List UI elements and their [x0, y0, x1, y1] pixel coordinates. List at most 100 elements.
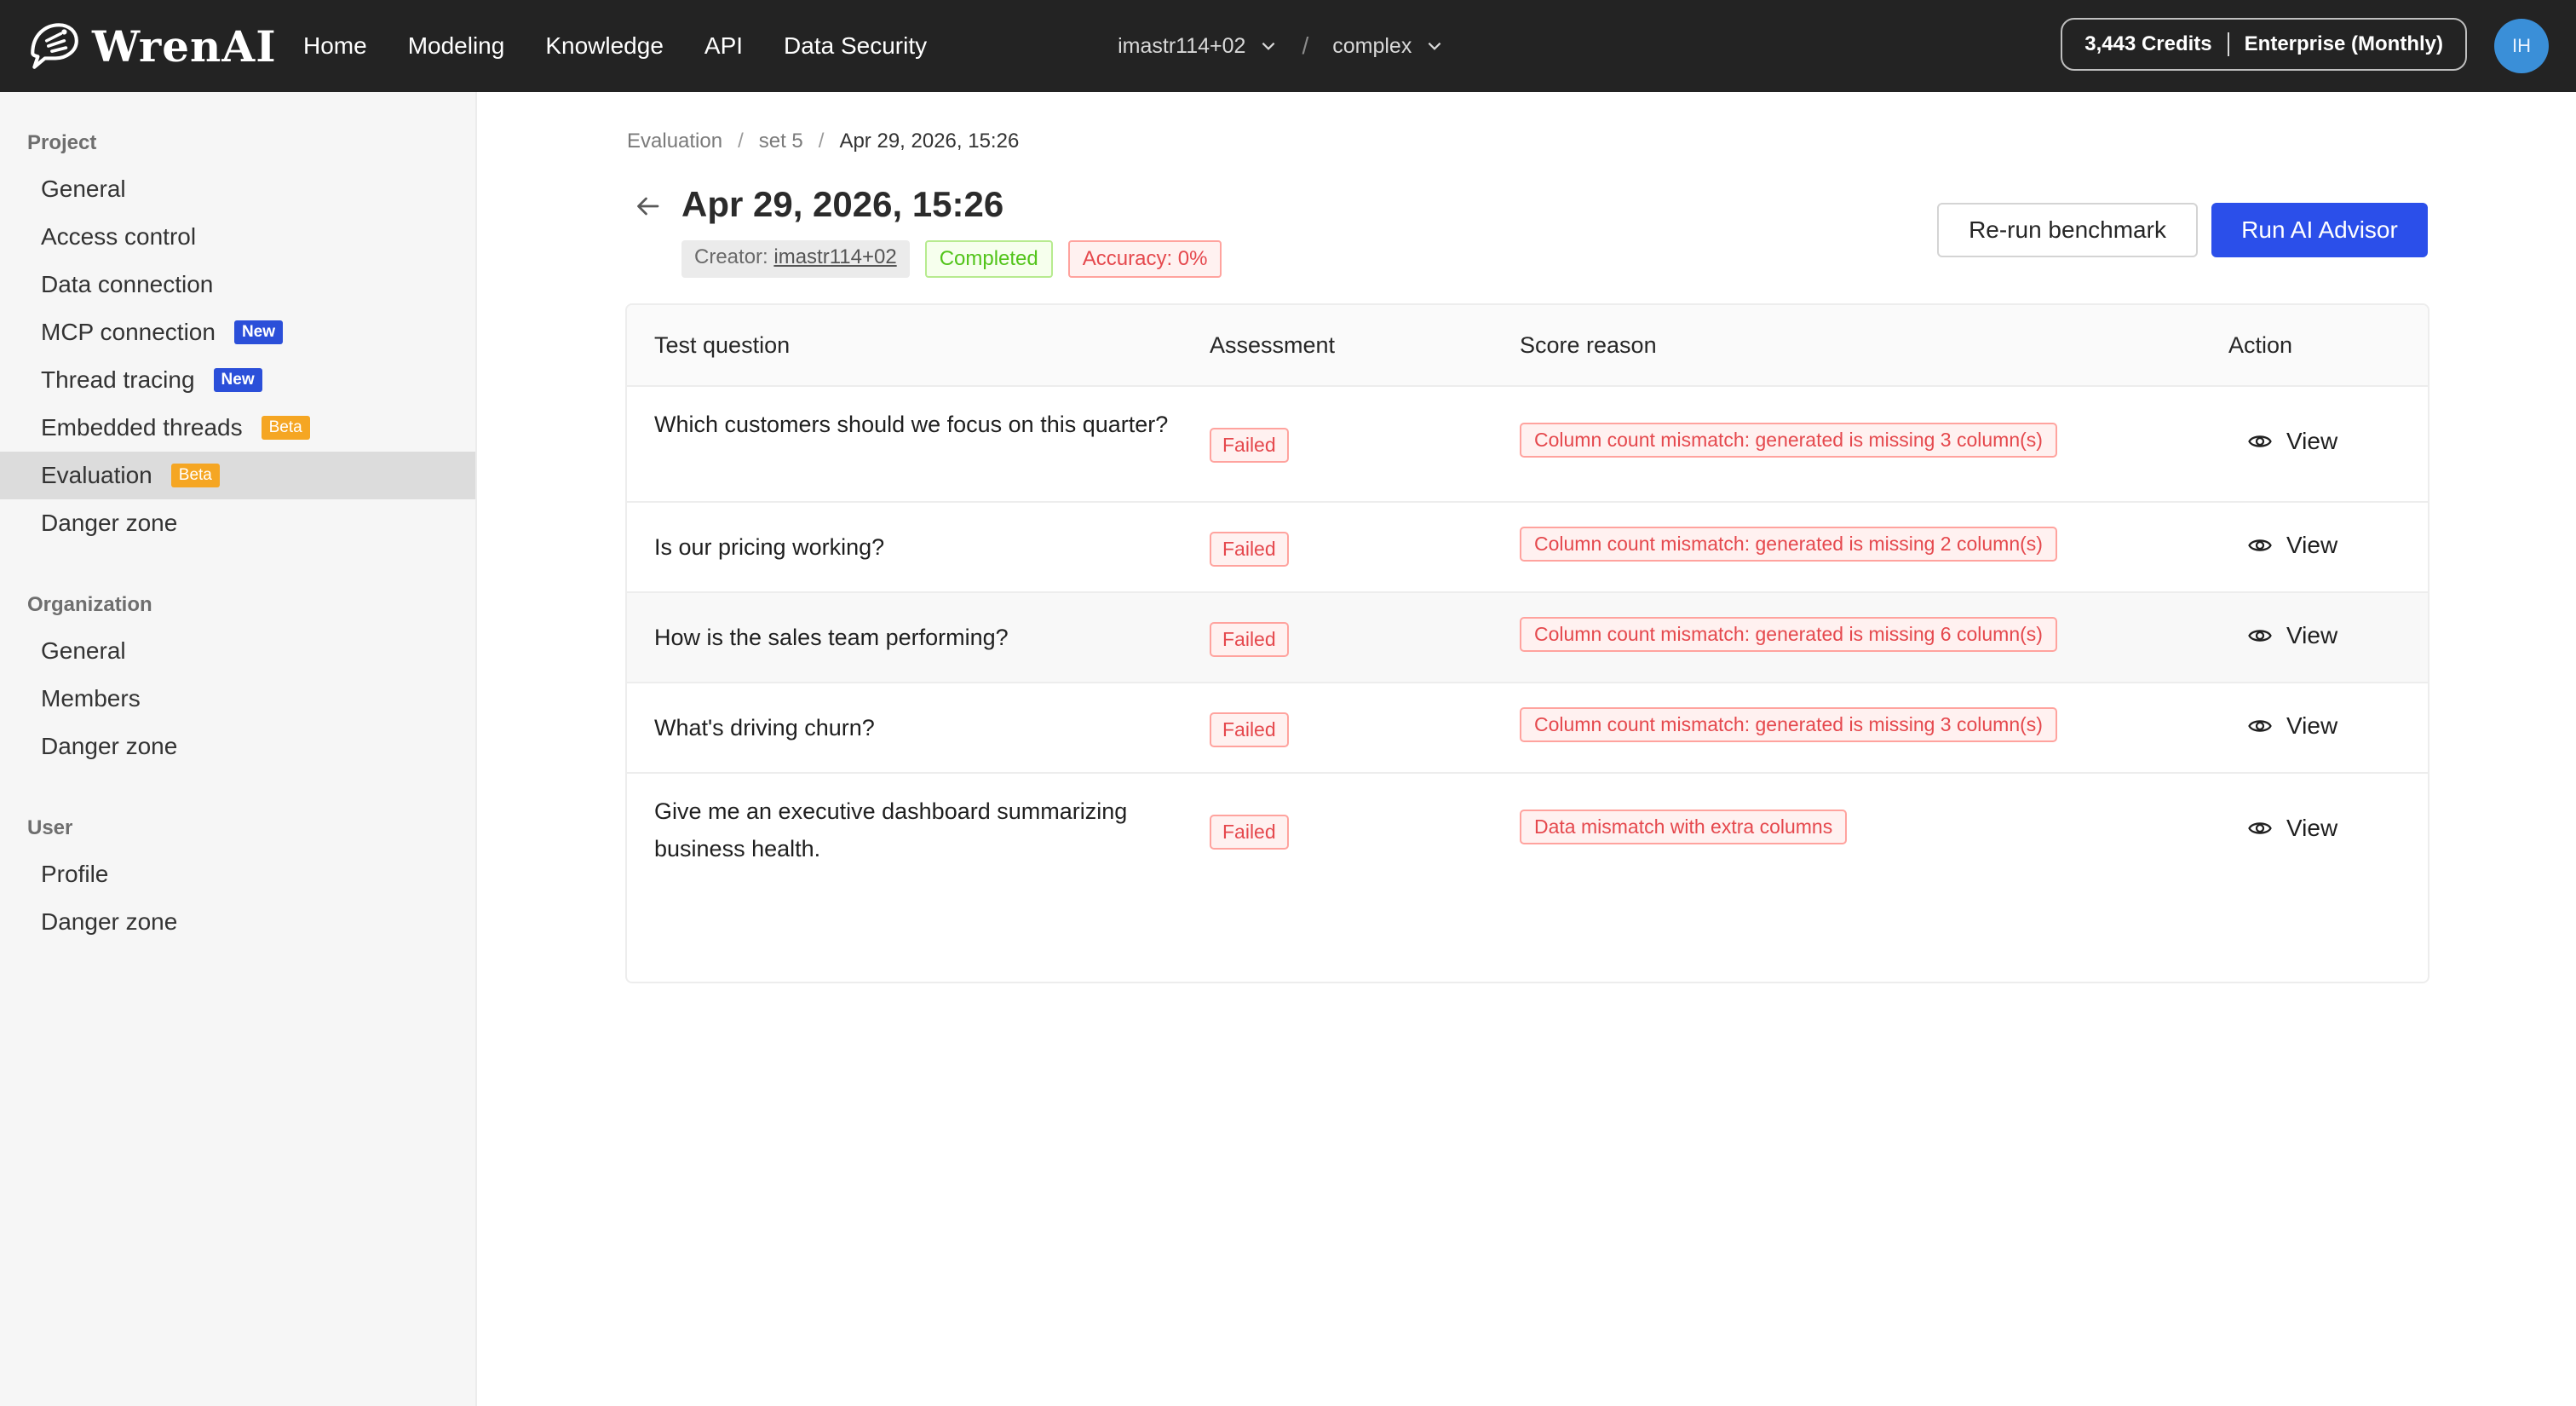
sidebar-item-danger-zone[interactable]: Danger zone	[0, 499, 475, 547]
sidebar-item-members[interactable]: Members	[0, 675, 475, 723]
sidebar-item-access-control[interactable]: Access control	[0, 213, 475, 261]
breadcrumb-set[interactable]: set 5	[759, 130, 803, 153]
main-content: Evaluation / set 5 / Apr 29, 2026, 15:26…	[479, 92, 2576, 1406]
table-row: Give me an executive dashboard summarizi…	[627, 774, 2428, 890]
rerun-benchmark-button[interactable]: Re-run benchmark	[1937, 203, 2198, 257]
sidebar-item-label: Danger zone	[41, 733, 178, 759]
eye-icon	[2248, 539, 2272, 551]
beta-badge: Beta	[261, 416, 310, 440]
sidebar-item-label: Access control	[41, 223, 197, 250]
breadcrumb-separator: /	[738, 130, 744, 153]
run-ai-advisor-button[interactable]: Run AI Advisor	[2211, 203, 2428, 257]
test-question: Give me an executive dashboard summarizi…	[654, 798, 1128, 861]
breadcrumb-current: Apr 29, 2026, 15:26	[839, 130, 1020, 153]
score-reason-tag: Data mismatch with extra columns	[1520, 810, 1848, 844]
page-title: Apr 29, 2026, 15:26	[681, 184, 1004, 224]
test-question: What's driving churn?	[654, 715, 875, 740]
header-action: Action	[2228, 331, 2293, 358]
assessment-badge: Failed	[1210, 428, 1289, 463]
view-button[interactable]: View	[2247, 532, 2337, 559]
back-arrow-icon[interactable]	[632, 191, 663, 222]
score-reason-tag: Column count mismatch: generated is miss…	[1520, 423, 2057, 458]
sidebar-section-project: Project	[27, 131, 97, 154]
eye-icon	[2248, 822, 2272, 834]
sidebar-item-label: Members	[41, 685, 141, 712]
credits-divider	[2227, 32, 2229, 56]
sidebar-item-label: MCP connection	[41, 319, 216, 345]
view-label: View	[2286, 712, 2338, 739]
sidebar-item-embedded-threads[interactable]: Embedded threads Beta	[0, 404, 475, 452]
main-nav: Home Modeling Knowledge API Data Securit…	[303, 32, 968, 60]
sidebar-item-label: Thread tracing	[41, 366, 195, 393]
sidebar-item-evaluation[interactable]: Evaluation Beta	[0, 452, 475, 499]
credits-badge[interactable]: 3,443 Credits Enterprise (Monthly)	[2061, 18, 2467, 71]
eye-icon	[2248, 435, 2272, 447]
test-question: Is our pricing working?	[654, 534, 885, 560]
sidebar-item-general[interactable]: General	[0, 165, 475, 213]
view-button[interactable]: View	[2247, 712, 2337, 740]
breadcrumb-evaluation[interactable]: Evaluation	[627, 130, 722, 153]
test-question: Which customers should we focus on this …	[654, 412, 1169, 437]
score-reason-tag: Column count mismatch: generated is miss…	[1520, 617, 2057, 652]
wren-bird-icon	[31, 23, 78, 69]
accuracy-badge: Accuracy: 0%	[1067, 240, 1222, 278]
sidebar-section-organization: Organization	[27, 593, 152, 616]
run-meta: Creator: imastr114+02 Completed Accuracy…	[681, 240, 1222, 278]
creator-label: Creator:	[694, 245, 768, 268]
new-badge: New	[213, 368, 262, 392]
chevron-down-icon	[1262, 42, 1275, 50]
sidebar-item-label: Danger zone	[41, 510, 178, 536]
sidebar-item-user-danger-zone[interactable]: Danger zone	[0, 898, 475, 946]
top-bar: WrenAI Home Modeling Knowledge API Data …	[0, 0, 2576, 92]
nav-home[interactable]: Home	[303, 32, 367, 60]
eye-icon	[2248, 720, 2272, 732]
sidebar-item-thread-tracing[interactable]: Thread tracing New	[0, 356, 475, 404]
wrenai-logo[interactable]: WrenAI	[26, 18, 281, 74]
project-selector-label: complex	[1332, 33, 1412, 58]
nav-modeling[interactable]: Modeling	[408, 32, 505, 60]
sidebar-item-org-danger-zone[interactable]: Danger zone	[0, 723, 475, 770]
project-selector[interactable]: complex	[1332, 34, 1444, 59]
sidebar-item-label: Embedded threads	[41, 414, 243, 441]
workspace-separator: /	[1302, 32, 1309, 59]
table-row: What's driving churn? Failed Column coun…	[627, 683, 2428, 774]
header-test-question: Test question	[654, 331, 791, 358]
view-label: View	[2286, 428, 2338, 454]
sidebar-item-profile[interactable]: Profile	[0, 850, 475, 898]
sidebar-item-data-connection[interactable]: Data connection	[0, 261, 475, 308]
creator-link[interactable]: imastr114+02	[773, 245, 896, 268]
view-button[interactable]: View	[2247, 815, 2337, 842]
avatar[interactable]: IH	[2494, 19, 2549, 73]
sidebar-item-label: General	[41, 176, 126, 202]
user-selector[interactable]: imastr114+02	[1118, 34, 1278, 59]
plan-name: Enterprise (Monthly)	[2244, 32, 2443, 55]
table-row: Which customers should we focus on this …	[627, 387, 2428, 503]
sidebar-item-mcp-connection[interactable]: MCP connection New	[0, 308, 475, 356]
beta-badge: Beta	[170, 464, 220, 487]
settings-sidebar: Project General Access control Data conn…	[0, 92, 477, 1406]
sidebar-item-label: General	[41, 637, 126, 664]
creator-chip: Creator: imastr114+02	[681, 240, 910, 278]
assessment-badge: Failed	[1210, 622, 1289, 657]
view-button[interactable]: View	[2247, 428, 2337, 455]
nav-data-security[interactable]: Data Security	[784, 32, 927, 60]
nav-api[interactable]: API	[704, 32, 743, 60]
view-button[interactable]: View	[2247, 622, 2337, 649]
workspace-selector: imastr114+02 / complex	[1118, 32, 1444, 60]
assessment-badge: Failed	[1210, 532, 1289, 567]
nav-knowledge[interactable]: Knowledge	[545, 32, 664, 60]
breadcrumb-separator: /	[818, 130, 825, 153]
view-label: View	[2286, 815, 2338, 841]
test-question: How is the sales team performing?	[654, 625, 1009, 650]
user-selector-label: imastr114+02	[1118, 33, 1246, 58]
status-badge: Completed	[924, 240, 1053, 278]
new-badge: New	[233, 320, 284, 344]
header-assessment: Assessment	[1210, 331, 1336, 358]
sidebar-item-org-general[interactable]: General	[0, 627, 475, 675]
sidebar-item-label: Evaluation	[41, 462, 152, 488]
credits-count: 3,443 Credits	[2084, 32, 2212, 55]
sidebar-item-label: Profile	[41, 861, 109, 887]
view-label: View	[2286, 622, 2338, 648]
header-score-reason: Score reason	[1520, 331, 1657, 358]
breadcrumb: Evaluation / set 5 / Apr 29, 2026, 15:26	[627, 130, 1019, 153]
